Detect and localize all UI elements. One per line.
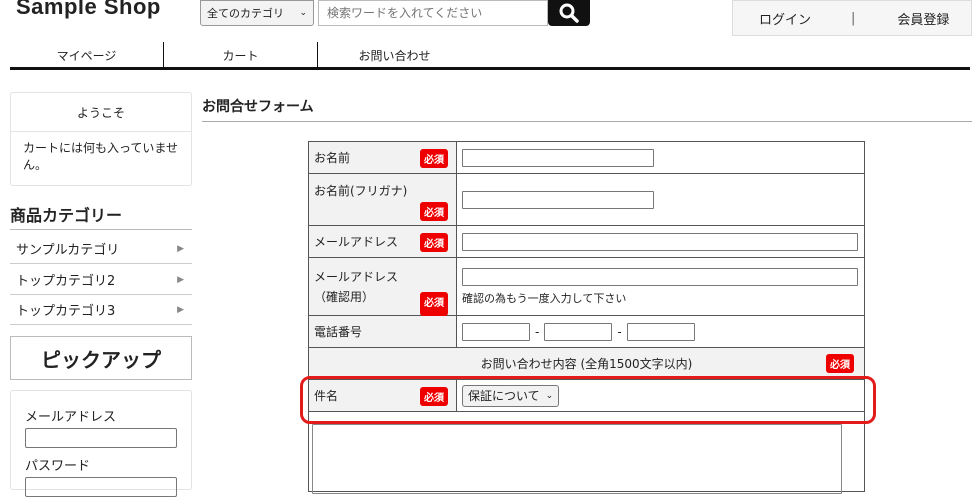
form-label-cell: お名前 必須 bbox=[308, 141, 457, 174]
pickup-banner[interactable]: ピックアップ bbox=[10, 336, 192, 380]
login-link[interactable]: ログイン bbox=[759, 9, 811, 28]
password-label: パスワード bbox=[25, 459, 91, 474]
form-label-cell: お名前(フリガナ) 必須 bbox=[308, 173, 457, 226]
global-nav: マイページ カート お問い合わせ bbox=[10, 42, 970, 70]
nav-mypage[interactable]: マイページ bbox=[10, 42, 163, 67]
welcome-title: ようこそ bbox=[76, 106, 125, 120]
form-row-name: お名前 必須 bbox=[308, 141, 865, 174]
page-title: お問合せフォーム bbox=[202, 96, 972, 122]
form-row-contents: お問い合わせ内容 (全角1500文字以内) 必須 bbox=[308, 347, 865, 380]
category-select-value: 全てのカテゴリ bbox=[207, 7, 284, 20]
required-badge: 必須 bbox=[420, 292, 448, 316]
email-confirm-label: メールアドレス bbox=[314, 269, 399, 284]
register-link[interactable]: 会員登録 bbox=[897, 9, 949, 28]
phone-field-3[interactable] bbox=[626, 322, 695, 341]
form-input-cell bbox=[456, 173, 865, 226]
contents-header-cell: お問い合わせ内容 (全角1500文字以内) 必須 bbox=[308, 347, 865, 380]
login-password-field[interactable] bbox=[25, 477, 177, 497]
required-badge: 必須 bbox=[420, 233, 448, 252]
form-input-cell bbox=[456, 225, 865, 258]
email-confirm-note: 確認の為もう一度入力して下さい bbox=[462, 291, 627, 305]
form-input-cell: 確認の為もう一度入力して下さい bbox=[456, 257, 865, 316]
category-item[interactable]: サンプルカテゴリ ▶ bbox=[10, 234, 192, 264]
nav-cart[interactable]: カート bbox=[164, 42, 317, 67]
phone-group: - - bbox=[462, 322, 863, 341]
site-logo[interactable]: Sample Shop bbox=[16, 0, 161, 20]
category-heading: 商品カテゴリー bbox=[10, 200, 192, 230]
required-badge: 必須 bbox=[420, 202, 448, 221]
form-row-kana: お名前(フリガナ) 必須 bbox=[308, 173, 865, 226]
name-field[interactable] bbox=[462, 148, 654, 167]
form-input-cell: - - bbox=[456, 315, 865, 348]
required-badge: 必須 bbox=[420, 149, 448, 168]
email-confirm-field[interactable] bbox=[462, 267, 858, 286]
form-label-cell: メールアドレス （確認用） 必須 bbox=[308, 257, 457, 316]
arrow-right-icon: ▶ bbox=[177, 274, 184, 285]
inquiry-textarea[interactable] bbox=[312, 424, 842, 494]
search-icon bbox=[559, 3, 579, 23]
arrow-right-icon: ▶ bbox=[177, 304, 184, 315]
form-label-cell: 電話番号 bbox=[308, 315, 457, 348]
required-badge: 必須 bbox=[826, 354, 854, 373]
cart-message: カートには何も入っていません。 bbox=[23, 141, 179, 172]
login-box: メールアドレス パスワード bbox=[10, 390, 192, 497]
contents-label: お問い合わせ内容 (全角1500文字以内) bbox=[480, 357, 693, 371]
phone-separator: - bbox=[617, 324, 622, 339]
category-item-label: トップカテゴリ3 bbox=[16, 304, 116, 319]
arrow-right-icon: ▶ bbox=[177, 243, 184, 254]
kana-label: お名前(フリガナ) bbox=[314, 184, 408, 198]
phone-label: 電話番号 bbox=[314, 325, 363, 339]
login-email-field[interactable] bbox=[25, 428, 177, 448]
name-label: お名前 bbox=[314, 151, 351, 165]
category-item[interactable]: トップカテゴリ3 ▶ bbox=[10, 295, 192, 325]
form-row-email: メールアドレス 必須 bbox=[308, 225, 865, 258]
highlight-box bbox=[300, 376, 876, 424]
phone-separator: - bbox=[535, 324, 540, 339]
phone-field-1[interactable] bbox=[462, 322, 530, 341]
category-item-label: サンプルカテゴリ bbox=[16, 243, 120, 258]
category-item[interactable]: トップカテゴリ2 ▶ bbox=[10, 265, 192, 295]
category-item-label: トップカテゴリ2 bbox=[16, 274, 116, 289]
search-button[interactable] bbox=[548, 0, 590, 26]
email-label: メールアドレス bbox=[25, 410, 117, 425]
form-input-cell bbox=[456, 141, 865, 174]
account-links: ログイン | 会員登録 bbox=[732, 0, 972, 36]
chevron-down-icon: ⌄ bbox=[299, 8, 307, 18]
search-input[interactable] bbox=[318, 0, 548, 26]
category-select[interactable]: 全てのカテゴリ ⌄ bbox=[200, 0, 314, 26]
form-row-email-confirm: メールアドレス （確認用） 必須 確認の為もう一度入力して下さい bbox=[308, 257, 865, 316]
form-label-cell: メールアドレス 必須 bbox=[308, 225, 457, 258]
nav-contact[interactable]: お問い合わせ bbox=[318, 42, 471, 67]
email-label: メールアドレス bbox=[314, 235, 399, 249]
account-separator: | bbox=[851, 10, 856, 26]
phone-field-2[interactable] bbox=[544, 322, 613, 341]
form-row-phone: 電話番号 - - bbox=[308, 315, 865, 348]
kana-field[interactable] bbox=[462, 190, 654, 209]
welcome-box: ようこそ カートには何も入っていません。 bbox=[10, 92, 192, 186]
email-field[interactable] bbox=[462, 232, 858, 251]
